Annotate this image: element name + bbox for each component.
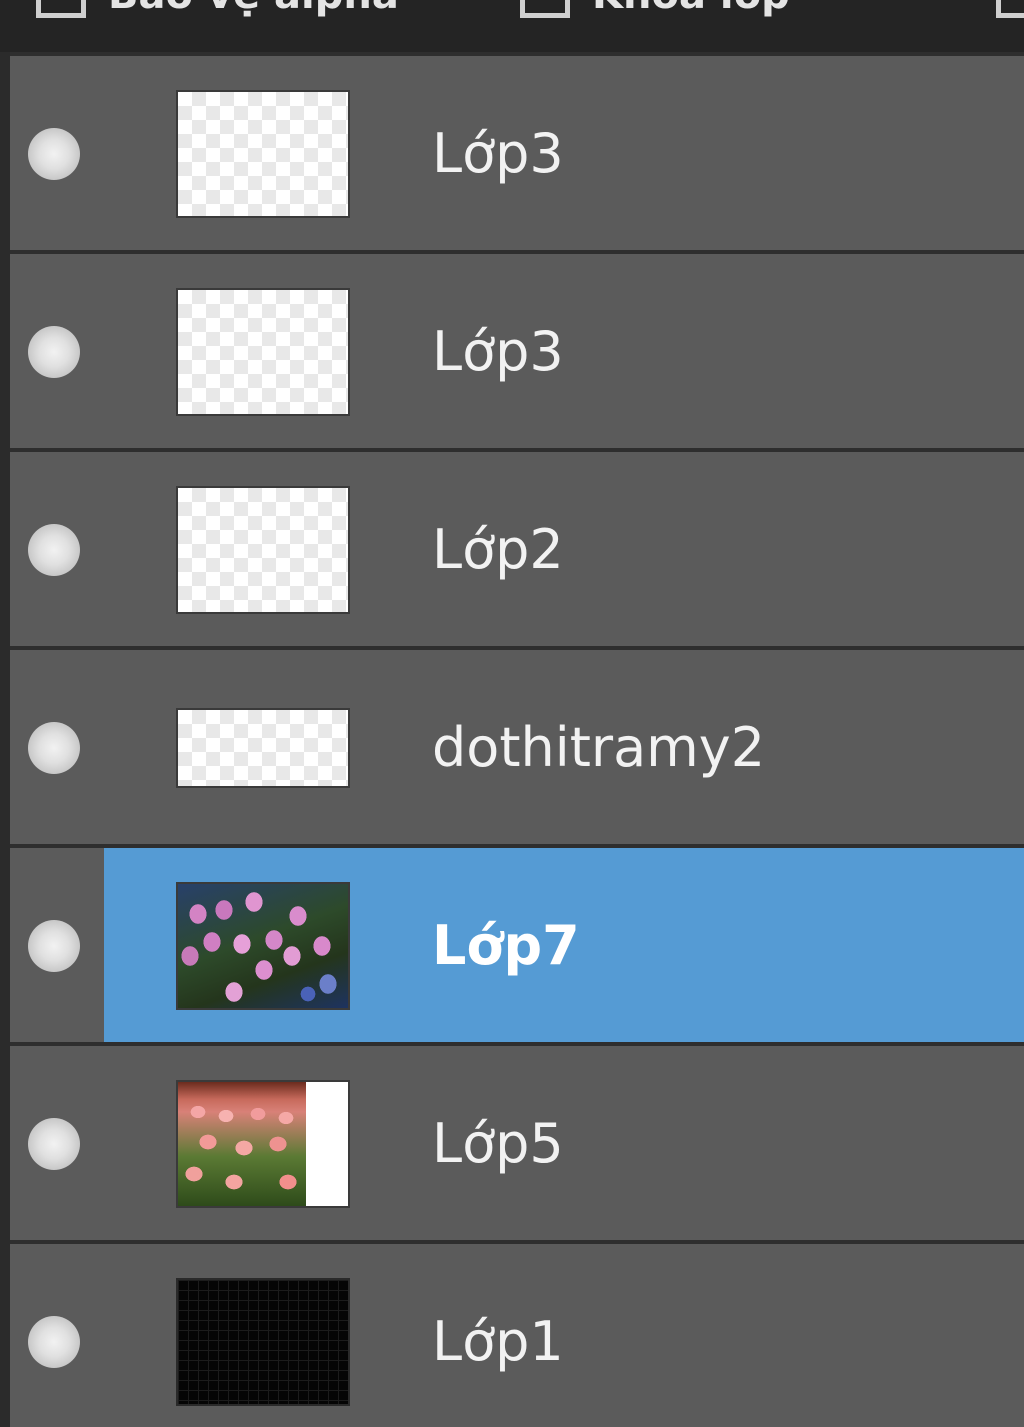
layer-thumbnail xyxy=(176,486,350,614)
visibility-toggle-icon[interactable] xyxy=(28,920,80,972)
layer-row[interactable]: Lớp2 xyxy=(10,448,1024,646)
visibility-toggle-icon[interactable] xyxy=(28,1316,80,1368)
layer-name: Lớp1 xyxy=(432,1309,564,1373)
layer-row[interactable]: Lớp3 xyxy=(10,250,1024,448)
visibility-toggle-icon[interactable] xyxy=(28,128,80,180)
alpha-lock-option[interactable]: Bảo vệ alpha xyxy=(36,0,399,18)
visibility-toggle-icon[interactable] xyxy=(28,524,80,576)
lock-layer-label: Khóa lớp xyxy=(592,0,790,18)
layer-name: Lớp3 xyxy=(432,319,564,383)
visibility-toggle-icon[interactable] xyxy=(28,722,80,774)
third-option-checkbox[interactable] xyxy=(996,0,1024,18)
layer-row[interactable]: Lớp1 xyxy=(10,1240,1024,1427)
layer-name: Lớp7 xyxy=(432,913,580,977)
layer-row[interactable]: Lớp5 xyxy=(10,1042,1024,1240)
lock-layer-option[interactable]: Khóa lớp xyxy=(520,0,790,18)
layer-list: Lớp3 Lớp3 Lớp2 dothitramy2 Lớp7 Lớp5 Lớp… xyxy=(10,52,1024,1427)
layer-row-selected[interactable]: Lớp7 xyxy=(10,844,1024,1042)
layer-row[interactable]: Lớp3 xyxy=(10,52,1024,250)
layer-options-bar: Bảo vệ alpha Khóa lớp xyxy=(0,0,1024,52)
layer-thumbnail xyxy=(176,288,350,416)
layers-panel: Bảo vệ alpha Khóa lớp Lớp3 Lớp3 Lớp2 xyxy=(0,0,1024,1427)
layer-name: Lớp2 xyxy=(432,517,564,581)
layer-row[interactable]: dothitramy2 xyxy=(10,646,1024,844)
visibility-toggle-icon[interactable] xyxy=(28,1118,80,1170)
alpha-lock-checkbox[interactable] xyxy=(36,0,86,18)
lock-layer-checkbox[interactable] xyxy=(520,0,570,18)
layer-thumbnail xyxy=(176,1080,350,1208)
layer-thumbnail xyxy=(176,1278,350,1406)
visibility-toggle-icon[interactable] xyxy=(28,326,80,378)
layer-name: Lớp5 xyxy=(432,1111,564,1175)
alpha-lock-label: Bảo vệ alpha xyxy=(108,0,399,18)
layer-thumbnail xyxy=(176,708,350,788)
layer-name: Lớp3 xyxy=(432,121,564,185)
third-option[interactable] xyxy=(996,0,1024,18)
layer-thumbnail xyxy=(176,882,350,1010)
layer-name: dothitramy2 xyxy=(432,715,766,779)
layer-thumbnail xyxy=(176,90,350,218)
